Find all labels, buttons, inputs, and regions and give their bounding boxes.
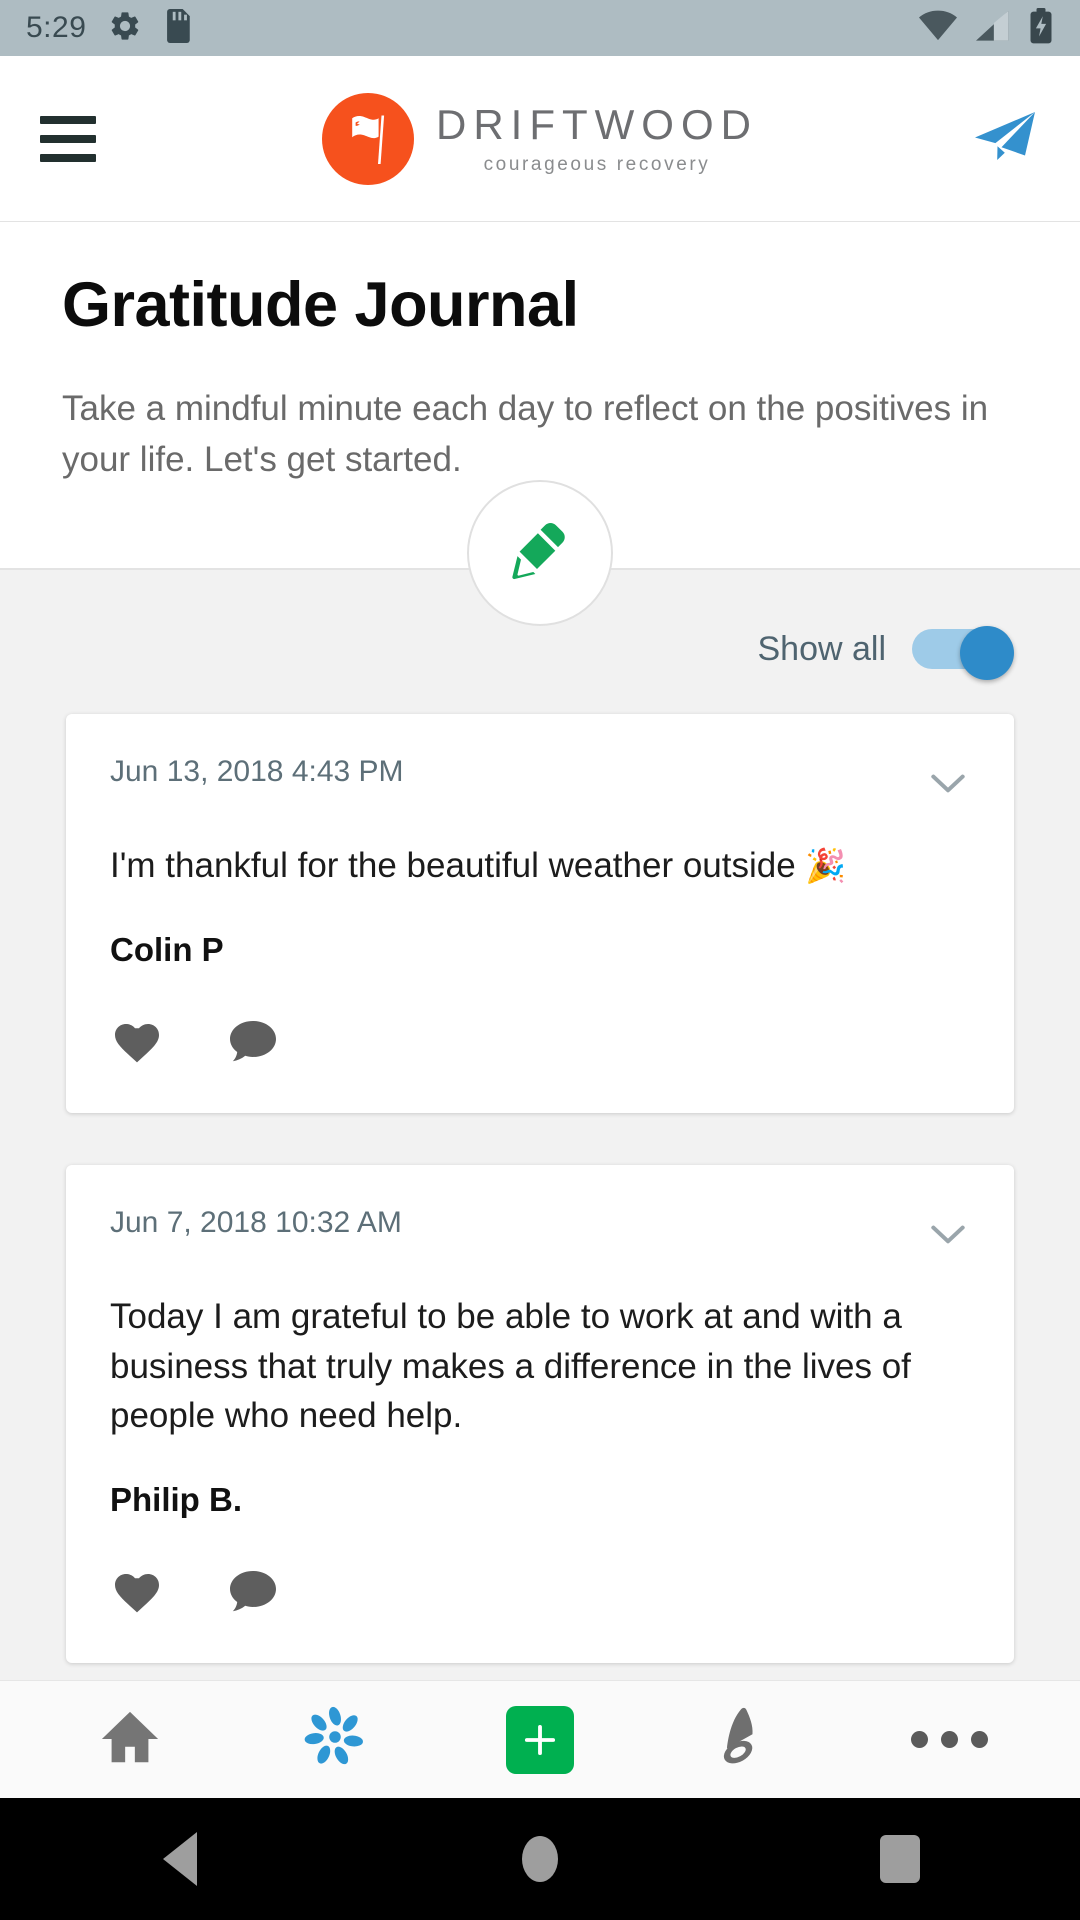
- back-triangle-icon: [163, 1832, 197, 1886]
- show-all-toggle[interactable]: [912, 626, 1014, 681]
- plus-icon: [505, 1705, 574, 1774]
- cell-signal-icon: [974, 9, 1012, 48]
- toggle-thumb: [960, 626, 1014, 681]
- entry-emoji: 🎉: [805, 847, 847, 885]
- status-bar-left: 5:29: [26, 8, 191, 48]
- entry-text: I'm thankful for the beautiful weather o…: [110, 846, 806, 886]
- wifi-icon: [918, 9, 958, 48]
- show-all-label: Show all: [757, 629, 886, 668]
- comment-bubble-icon[interactable]: [226, 1015, 280, 1069]
- bell-icon: [716, 1706, 774, 1773]
- comment-bubble-icon[interactable]: [226, 1565, 280, 1619]
- entry-header: Jun 7, 2018 10:32 AM: [110, 1205, 970, 1254]
- compose-band: [0, 480, 1080, 627]
- chevron-down-icon[interactable]: [926, 768, 970, 803]
- status-bar: 5:29: [0, 0, 1080, 56]
- android-home-button[interactable]: [480, 1799, 600, 1919]
- pencil-edit-icon: [504, 515, 576, 592]
- intro-section: Gratitude Journal Take a mindful minute …: [0, 222, 1080, 487]
- android-back-button[interactable]: [120, 1799, 240, 1919]
- bottom-navigation: [0, 1680, 1080, 1798]
- page-description: Take a mindful minute each day to reflec…: [62, 388, 989, 480]
- status-bar-clock: 5:29: [26, 11, 87, 44]
- app-header: DRIFTWOOD courageous recovery: [0, 56, 1080, 222]
- status-bar-right: [918, 7, 1054, 49]
- entry-author: Philip B.: [110, 1480, 242, 1518]
- brand-logo: DRIFTWOOD courageous recovery: [0, 56, 1080, 221]
- android-navigation-bar: [0, 1798, 1080, 1920]
- nav-add[interactable]: [485, 1692, 595, 1788]
- page-title: Gratitude Journal: [62, 270, 579, 340]
- more-dots-icon: [911, 1731, 989, 1748]
- brand-tagline: courageous recovery: [483, 153, 711, 175]
- pinwheel-flower-icon: [303, 1705, 367, 1774]
- android-recents-button[interactable]: [840, 1799, 960, 1919]
- entry-timestamp: Jun 7, 2018 10:32 AM: [110, 1205, 402, 1239]
- entry-actions: [110, 1565, 970, 1663]
- send-paper-plane-icon[interactable]: [970, 104, 1040, 174]
- app-root: 5:29 DRIFTWOOD courageous recovery Grati…: [0, 0, 1080, 1920]
- gear-icon: [108, 9, 142, 48]
- entry-author: Colin P: [110, 930, 224, 968]
- entry-timestamp: Jun 13, 2018 4:43 PM: [110, 755, 404, 789]
- entry-text: Today I am grateful to be able to work a…: [110, 1296, 911, 1436]
- recents-square-icon: [880, 1835, 920, 1883]
- entry-header: Jun 13, 2018 4:43 PM: [110, 754, 970, 803]
- entry-actions: [110, 1015, 970, 1113]
- new-entry-button[interactable]: [467, 480, 613, 627]
- home-icon: [99, 1706, 161, 1773]
- sd-card-icon: [164, 8, 191, 48]
- heart-icon[interactable]: [110, 1015, 164, 1069]
- journal-entry-card[interactable]: Jun 13, 2018 4:43 PM I'm thankful for th…: [66, 714, 1014, 1113]
- nav-more[interactable]: [895, 1692, 1005, 1788]
- journal-feed: Show all Jun 13, 2018 4:43 PM I'm thankf…: [0, 570, 1080, 1680]
- chevron-down-icon[interactable]: [926, 1219, 970, 1254]
- nav-notifications[interactable]: [690, 1692, 800, 1788]
- driftwood-flag-icon: [322, 92, 415, 185]
- heart-icon[interactable]: [110, 1565, 164, 1619]
- nav-wellness[interactable]: [280, 1692, 390, 1788]
- entry-text-wrap: I'm thankful for the beautiful weather o…: [110, 841, 970, 891]
- home-circle-icon: [522, 1836, 558, 1882]
- journal-entry-card[interactable]: Jun 7, 2018 10:32 AM Today I am grateful…: [66, 1164, 1014, 1663]
- battery-charging-icon: [1028, 7, 1054, 49]
- entry-text-wrap: Today I am grateful to be able to work a…: [110, 1292, 970, 1441]
- brand-name: DRIFTWOOD: [436, 100, 758, 148]
- hamburger-menu-icon[interactable]: [40, 115, 96, 162]
- nav-home[interactable]: [75, 1692, 185, 1788]
- brand-wordmark: DRIFTWOOD courageous recovery: [436, 100, 758, 175]
